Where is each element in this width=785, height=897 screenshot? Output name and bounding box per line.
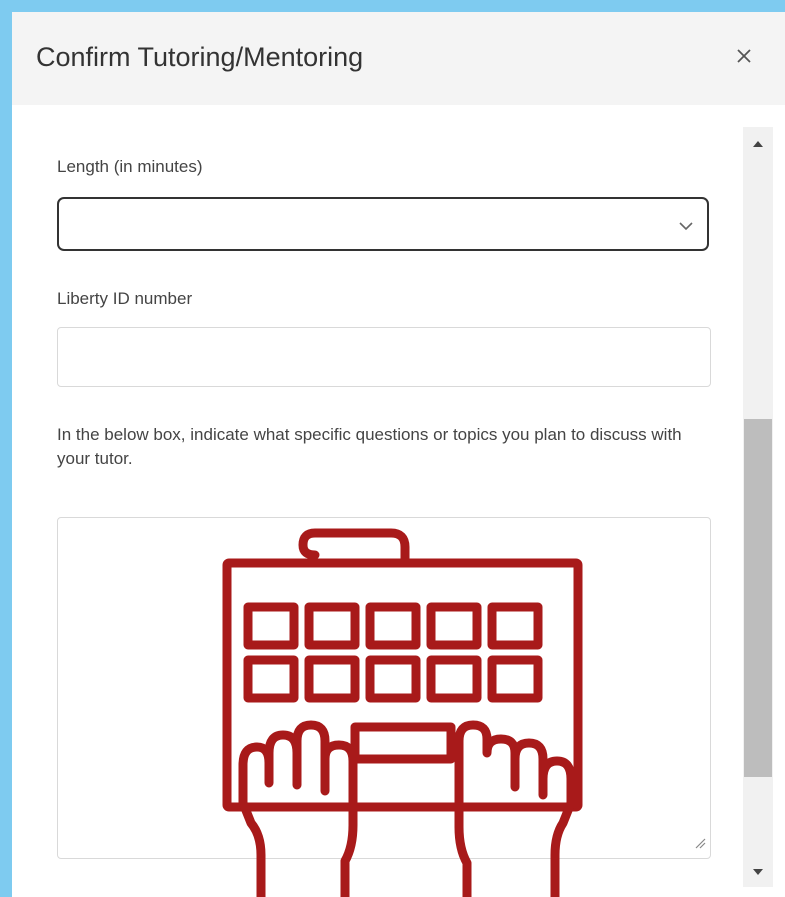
liberty-id-input[interactable] xyxy=(57,327,711,387)
dialog-title: Confirm Tutoring/Mentoring xyxy=(36,42,364,72)
scrollbar-thumb[interactable] xyxy=(744,419,772,777)
scroll-up-arrow-icon[interactable] xyxy=(743,127,773,157)
close-icon[interactable] xyxy=(733,45,755,67)
vertical-scrollbar[interactable] xyxy=(743,127,773,887)
length-select[interactable] xyxy=(57,197,709,251)
dialog-header: Confirm Tutoring/Mentoring xyxy=(12,12,785,105)
resize-grip-icon[interactable] xyxy=(694,836,706,854)
liberty-id-label: Liberty ID number xyxy=(57,289,193,308)
scroll-down-arrow-icon[interactable] xyxy=(743,857,773,887)
chevron-down-icon xyxy=(679,218,693,236)
confirm-dialog: Confirm Tutoring/Mentoring Length (in mi… xyxy=(12,12,785,897)
length-label: Length (in minutes) xyxy=(57,157,203,176)
keyboard-typing-hands-icon xyxy=(205,435,595,897)
